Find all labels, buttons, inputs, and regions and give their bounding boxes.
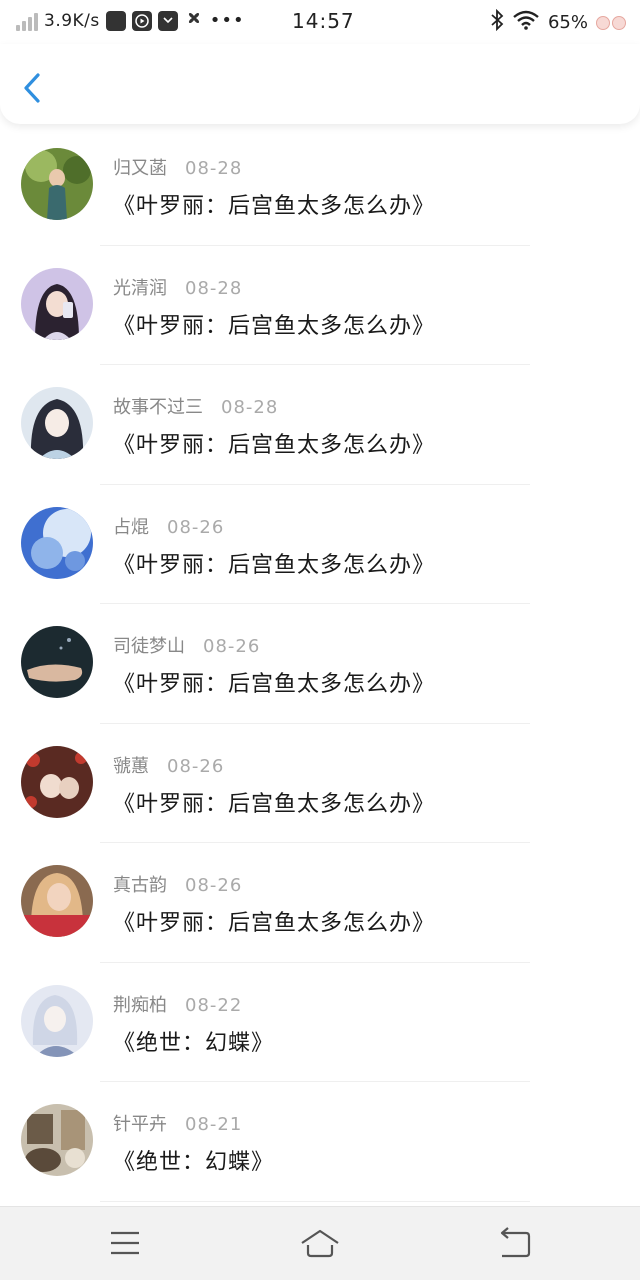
status-right: 65% bbox=[490, 8, 626, 36]
fan-app-icon bbox=[184, 8, 204, 33]
decorative-sticker-icon bbox=[596, 15, 626, 30]
user-name[interactable]: 光清润 bbox=[113, 278, 167, 299]
comment-date: 08-28 bbox=[221, 397, 279, 418]
menu-icon bbox=[111, 1231, 139, 1255]
battery-level: 65% bbox=[547, 12, 588, 33]
back-nav-button[interactable] bbox=[494, 1225, 538, 1261]
comment-date: 08-26 bbox=[203, 636, 261, 657]
list-item[interactable]: 故事不过三 08-28 《叶罗丽：后宫鱼太多怎么办》 bbox=[0, 365, 640, 485]
comment-date: 08-28 bbox=[185, 158, 243, 179]
list-item[interactable]: 荆痴柏 08-22 《绝世：幻蝶》 bbox=[0, 963, 640, 1082]
book-title[interactable]: 《叶罗丽：后宫鱼太多怎么办》 bbox=[113, 308, 435, 340]
list-item[interactable]: 光清润 08-28 《叶罗丽：后宫鱼太多怎么办》 bbox=[0, 246, 640, 365]
avatar[interactable] bbox=[21, 984, 93, 1057]
avatar[interactable] bbox=[21, 745, 93, 818]
avatar[interactable] bbox=[21, 267, 93, 340]
system-nav-bar bbox=[0, 1206, 640, 1280]
comment-meta: 归又菡 08-28 bbox=[113, 154, 242, 180]
chevron-left-icon bbox=[24, 73, 40, 103]
back-icon bbox=[500, 1227, 531, 1258]
comment-meta: 虢蕙 08-26 bbox=[113, 752, 224, 778]
header-bar bbox=[0, 44, 640, 124]
comment-date: 08-26 bbox=[167, 516, 225, 538]
book-title[interactable]: 《绝世：幻蝶》 bbox=[113, 1144, 274, 1176]
more-dots-icon: ••• bbox=[209, 10, 245, 31]
comment-meta: 荆痴柏 08-22 bbox=[113, 991, 242, 1017]
user-name[interactable]: 荆痴柏 bbox=[113, 995, 167, 1016]
comment-date: 08-28 bbox=[185, 277, 243, 299]
user-name[interactable]: 故事不过三 bbox=[113, 397, 203, 418]
comment-list: 归又菡 08-28 《叶罗丽：后宫鱼太多怎么办》 光清润 08-28 《叶罗丽：后宫… bbox=[0, 126, 640, 1204]
video-app-icon bbox=[131, 10, 152, 31]
book-title[interactable]: 《叶罗丽：后宫鱼太多怎么办》 bbox=[113, 905, 435, 937]
user-name[interactable]: 占焜 bbox=[113, 517, 149, 538]
bluetooth-icon bbox=[490, 8, 504, 36]
list-item[interactable]: 针平卉 08-21 《绝世：幻蝶》 bbox=[0, 1082, 640, 1202]
mail-app-icon bbox=[157, 10, 178, 31]
book-title[interactable]: 《叶罗丽：后宫鱼太多怎么办》 bbox=[113, 427, 435, 459]
status-bar: 3.9K/s ••• 14:57 65% bbox=[0, 0, 640, 44]
comment-date: 08-21 bbox=[185, 1114, 243, 1135]
user-name[interactable]: 归又菡 bbox=[113, 158, 167, 179]
avatar[interactable] bbox=[21, 865, 93, 937]
user-name[interactable]: 司徒梦山 bbox=[113, 636, 185, 657]
book-title[interactable]: 《绝世：幻蝶》 bbox=[113, 1025, 274, 1057]
app-notification-icon bbox=[105, 10, 126, 31]
avatar[interactable] bbox=[21, 387, 93, 459]
list-item[interactable]: 真古韵 08-26 《叶罗丽：后宫鱼太多怎么办》 bbox=[0, 843, 640, 963]
user-name[interactable]: 真古韵 bbox=[113, 875, 167, 896]
book-title[interactable]: 《叶罗丽：后宫鱼太多怎么办》 bbox=[113, 786, 435, 818]
screen: 3.9K/s ••• 14:57 65% 归又菡 08-28 《叶罗丽：后宫鱼太… bbox=[0, 0, 640, 1280]
list-item[interactable]: 占焜 08-26 《叶罗丽：后宫鱼太多怎么办》 bbox=[0, 485, 640, 604]
network-speed: 3.9K/s bbox=[44, 10, 100, 31]
avatar[interactable] bbox=[21, 148, 93, 220]
menu-button[interactable] bbox=[103, 1225, 147, 1261]
status-left: 3.9K/s ••• bbox=[16, 8, 245, 33]
signal-icon bbox=[16, 11, 38, 31]
comment-date: 08-22 bbox=[185, 994, 243, 1016]
user-name[interactable]: 针平卉 bbox=[113, 1114, 167, 1135]
list-item[interactable]: 归又菡 08-28 《叶罗丽：后宫鱼太多怎么办》 bbox=[0, 126, 640, 246]
book-title[interactable]: 《叶罗丽：后宫鱼太多怎么办》 bbox=[113, 547, 435, 579]
user-name[interactable]: 虢蕙 bbox=[113, 756, 149, 777]
list-item[interactable]: 虢蕙 08-26 《叶罗丽：后宫鱼太多怎么办》 bbox=[0, 724, 640, 843]
comment-meta: 占焜 08-26 bbox=[113, 513, 224, 539]
comment-meta: 光清润 08-28 bbox=[113, 274, 242, 300]
clock: 14:57 bbox=[292, 9, 355, 33]
divider bbox=[100, 1200, 530, 1202]
back-button[interactable] bbox=[16, 68, 52, 108]
comment-meta: 司徒梦山 08-26 bbox=[113, 632, 260, 658]
avatar[interactable] bbox=[21, 1104, 93, 1176]
home-icon bbox=[301, 1229, 339, 1258]
list-item[interactable]: 司徒梦山 08-26 《叶罗丽：后宫鱼太多怎么办》 bbox=[0, 604, 640, 724]
comment-date: 08-26 bbox=[185, 875, 243, 896]
comment-meta: 真古韵 08-26 bbox=[113, 871, 242, 897]
book-title[interactable]: 《叶罗丽：后宫鱼太多怎么办》 bbox=[113, 666, 435, 698]
avatar[interactable] bbox=[21, 506, 93, 579]
book-title[interactable]: 《叶罗丽：后宫鱼太多怎么办》 bbox=[113, 188, 435, 220]
comment-meta: 针平卉 08-21 bbox=[113, 1110, 242, 1136]
avatar[interactable] bbox=[21, 626, 93, 698]
wifi-icon bbox=[512, 10, 540, 35]
comment-meta: 故事不过三 08-28 bbox=[113, 393, 278, 419]
comment-date: 08-26 bbox=[167, 755, 225, 777]
home-button[interactable] bbox=[298, 1225, 342, 1261]
